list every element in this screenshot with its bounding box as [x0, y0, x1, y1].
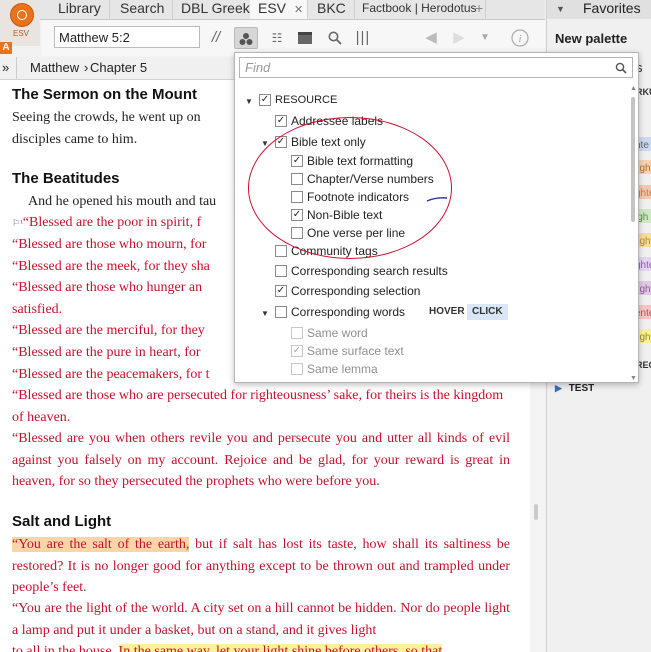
logo-label: ESV — [13, 29, 30, 38]
expand-arrow-icon[interactable]: » — [2, 60, 9, 75]
checkbox[interactable] — [275, 265, 287, 277]
checkbox[interactable]: ✓ — [275, 285, 287, 297]
logo-badge: A — [0, 42, 12, 54]
tab-label: Factbook | Herodotus — [362, 1, 477, 15]
back-arrow-icon[interactable]: ◀ — [422, 27, 440, 49]
scrollbar-thumb[interactable] — [631, 97, 635, 222]
text-line: disciples came to him. — [12, 132, 138, 147]
checkbox[interactable]: ✓ — [259, 94, 271, 106]
breadcrumb-book[interactable]: Matthew — [30, 60, 79, 75]
visual-filters-icon[interactable] — [234, 27, 258, 49]
find-placeholder: Find — [245, 60, 271, 75]
columns-icon[interactable]: ||| — [354, 27, 372, 49]
scroll-up-icon[interactable]: ▲ — [630, 85, 637, 92]
search-icon[interactable] — [326, 27, 344, 49]
palette-section-test[interactable]: ▶ TEST — [555, 383, 594, 394]
option-label: Corresponding selection — [291, 284, 421, 298]
tab-dbl-greek[interactable]: DBL Greek — [173, 0, 259, 19]
tab-bar: Library Search DBL Greek ESV ✕ BKC Factbo… — [0, 0, 545, 20]
history-dropdown-icon[interactable]: ▼ — [478, 27, 492, 49]
checkbox[interactable] — [275, 306, 287, 318]
click-toggle[interactable]: CLICK — [467, 304, 508, 320]
tab-label: DBL Greek — [181, 0, 250, 16]
option-label: Same word — [307, 326, 368, 340]
tab-factbook[interactable]: Factbook | Herodotus — [354, 0, 486, 19]
verse: “Blessed are those who are persecuted fo… — [12, 388, 504, 425]
highlighted-text[interactable]: “You are the salt of the earth, — [12, 537, 190, 552]
verse-text: “Blessed are the poor in spirit, f — [22, 215, 202, 230]
section-heading: The Beatitudes — [12, 170, 120, 187]
toolbar: Matthew 5:2 // ☷ ||| ◀ ▶ ▼ i — [42, 20, 545, 56]
section-heading: Salt and Light — [12, 513, 112, 530]
forward-arrow-icon[interactable]: ▶ — [450, 27, 468, 49]
tab-bkc[interactable]: BKC — [309, 0, 355, 19]
tab-search[interactable]: Search — [112, 0, 174, 19]
dropdown-scrollbar[interactable]: ▲ ▼ — [630, 85, 637, 382]
new-palette-label[interactable]: New palette — [555, 31, 627, 46]
resource-logo[interactable]: ESV A — [0, 0, 42, 54]
plus-icon: + — [475, 0, 484, 16]
info-icon[interactable]: i — [510, 27, 530, 49]
collapse-arrow-icon[interactable]: ▼ — [261, 309, 269, 318]
highlighted-text[interactable]: In the same way, let your light shine be… — [118, 644, 443, 652]
checkbox[interactable] — [275, 245, 287, 257]
scroll-down-icon[interactable]: ▼ — [630, 375, 637, 382]
svg-text:i: i — [518, 33, 521, 45]
tag-icon[interactable]: ⚐¹ — [12, 218, 23, 228]
reference-input[interactable]: Matthew 5:2 — [54, 26, 200, 48]
search-icon — [615, 58, 627, 79]
divider — [16, 57, 17, 79]
panel-icon[interactable] — [296, 27, 314, 49]
close-icon[interactable]: ✕ — [294, 4, 303, 16]
breadcrumb-separator: › — [84, 60, 89, 75]
find-input[interactable]: Find — [239, 57, 633, 78]
checkbox[interactable]: ✓ — [291, 345, 303, 357]
tab-label: ESV — [258, 0, 287, 16]
verse-text: to all in the house. — [12, 644, 116, 652]
tab-label: Library — [58, 0, 101, 16]
verse: “You are the light of the world. A city … — [12, 601, 510, 638]
hover-toggle[interactable]: HOVER — [424, 304, 470, 320]
checkbox[interactable] — [291, 363, 303, 375]
favorites-tab[interactable]: ▼ Favorites — [547, 0, 651, 19]
favorites-tab-label: Favorites — [583, 0, 641, 16]
new-tab-button[interactable]: + — [467, 0, 491, 19]
option-label: Corresponding words — [291, 305, 406, 319]
section-label: TEST — [568, 383, 595, 394]
verse: “Blessed are you when others revile you … — [12, 431, 510, 490]
option-label: Corresponding search results — [291, 264, 448, 278]
annotation-pen-stroke — [426, 197, 448, 202]
tab-label: BKC — [317, 0, 346, 16]
breadcrumb-chapter[interactable]: Chapter 5 — [90, 60, 147, 75]
dropdown-arrow-icon[interactable]: ▼ — [556, 1, 565, 18]
text-line: Seeing the crowds, he went up on — [12, 110, 201, 125]
checkbox[interactable] — [291, 327, 303, 339]
option-label: Same surface text — [307, 344, 404, 358]
layout-icon[interactable]: ☷ — [268, 27, 286, 49]
option-label: Same lemma — [307, 362, 378, 376]
collapse-arrow-icon[interactable]: ▼ — [245, 97, 253, 106]
scrollbar-thumb[interactable] — [534, 504, 538, 520]
verse: “You are the salt of the earth, but if s… — [12, 534, 510, 599]
option-label: RESOURCE — [275, 94, 338, 106]
logo-circle-icon — [10, 3, 34, 27]
tab-library[interactable]: Library — [50, 0, 110, 19]
expand-arrow-icon[interactable]: ▶ — [555, 383, 562, 393]
checkbox[interactable]: ✓ — [275, 115, 287, 127]
parallel-resources-icon[interactable]: // — [208, 27, 224, 49]
section-heading: The Sermon on the Mount — [12, 86, 197, 103]
tab-label: Search — [120, 0, 165, 16]
verse: to all in the house. In the same way, le… — [12, 641, 510, 652]
annotation-circle — [248, 117, 452, 259]
tab-esv[interactable]: ESV ✕ — [250, 0, 308, 19]
